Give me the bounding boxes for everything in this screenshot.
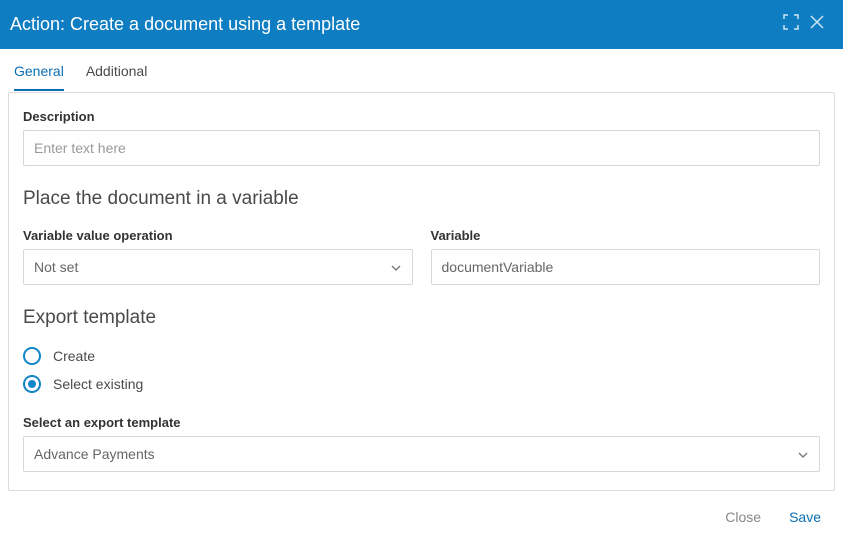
variable-input[interactable]: [431, 249, 821, 285]
tab-bar: General Additional: [0, 49, 843, 92]
export-radio-group: Create Select existing: [23, 347, 820, 393]
content-panel: Description Place the document in a vari…: [8, 92, 835, 491]
radio-select-existing-indicator: [23, 375, 41, 393]
tab-general[interactable]: General: [14, 63, 64, 91]
expand-icon[interactable]: [783, 14, 799, 35]
chevron-down-icon: [390, 261, 402, 273]
export-template-value: Advance Payments: [34, 446, 155, 462]
operation-label: Variable value operation: [23, 228, 413, 243]
radio-select-existing-label: Select existing: [53, 376, 143, 392]
radio-option-create[interactable]: Create: [23, 347, 820, 365]
dialog-title: Action: Create a document using a templa…: [10, 14, 360, 35]
operation-value: Not set: [34, 259, 78, 275]
variable-label: Variable: [431, 228, 821, 243]
radio-create-label: Create: [53, 348, 95, 364]
close-button[interactable]: Close: [725, 509, 761, 525]
dialog-header: Action: Create a document using a templa…: [0, 0, 843, 49]
radio-option-select-existing[interactable]: Select existing: [23, 375, 820, 393]
export-template-select[interactable]: Advance Payments: [23, 436, 820, 472]
export-template-label: Select an export template: [23, 415, 820, 430]
section-title-variable: Place the document in a variable: [23, 188, 820, 210]
description-label: Description: [23, 109, 820, 124]
tab-additional[interactable]: Additional: [86, 63, 148, 91]
chevron-down-icon: [797, 448, 809, 460]
header-icon-group: [783, 14, 825, 35]
description-input[interactable]: [23, 130, 820, 166]
footer-buttons: Close Save: [0, 491, 843, 525]
variable-row: Variable value operation Not set Variabl…: [23, 228, 820, 285]
operation-select[interactable]: Not set: [23, 249, 413, 285]
radio-create-indicator: [23, 347, 41, 365]
close-icon[interactable]: [809, 14, 825, 35]
section-title-export: Export template: [23, 307, 820, 329]
save-button[interactable]: Save: [789, 509, 821, 525]
